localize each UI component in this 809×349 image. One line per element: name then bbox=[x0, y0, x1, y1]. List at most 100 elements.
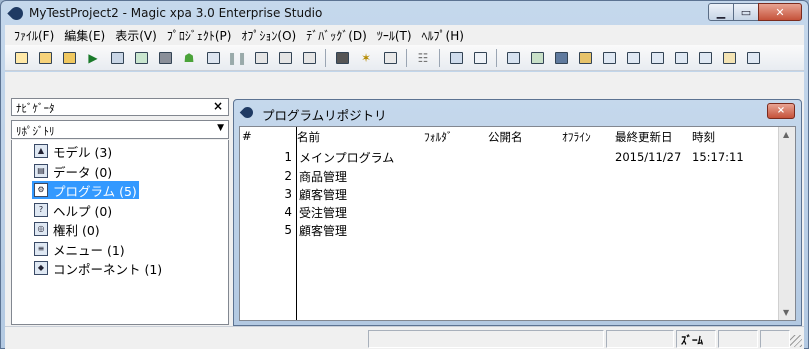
tree-item-data[interactable]: ▤ データ (0) bbox=[32, 162, 114, 180]
status-panel bbox=[606, 330, 674, 348]
tree-item-label: モデル (3) bbox=[53, 144, 113, 160]
status-bar: ｽﾞｰﾑ bbox=[5, 326, 804, 349]
menu-options[interactable]: ｵﾌﾟｼｮﾝ(O) bbox=[236, 27, 301, 44]
properties-icon[interactable] bbox=[472, 50, 488, 66]
step-icon[interactable] bbox=[382, 50, 398, 66]
menu-project[interactable]: ﾌﾟﾛｼﾞｪｸﾄ(P) bbox=[162, 27, 237, 44]
rights-repository-icon[interactable] bbox=[601, 50, 617, 66]
android-icon[interactable]: ☗ bbox=[181, 50, 197, 66]
debug-step-icon[interactable] bbox=[253, 50, 269, 66]
magic-app-icon bbox=[7, 4, 26, 23]
menu-view[interactable]: 表示(V) bbox=[110, 27, 162, 44]
status-panel bbox=[718, 330, 758, 348]
run-program-icon[interactable] bbox=[109, 50, 125, 66]
programs-icon: ⚙ bbox=[34, 183, 48, 197]
breakpoint-icon[interactable] bbox=[334, 50, 350, 66]
tree-item-components[interactable]: ◆ コンポーネント (1) bbox=[32, 259, 164, 277]
export-icon[interactable] bbox=[745, 50, 761, 66]
program-name: メインプログラム bbox=[299, 151, 395, 165]
wand-icon[interactable]: ✶ bbox=[358, 50, 374, 66]
menu-help[interactable]: ﾍﾙﾌﾟ(H) bbox=[417, 27, 469, 44]
open-project-icon[interactable] bbox=[37, 50, 53, 66]
magic-app-icon bbox=[239, 104, 256, 121]
navigator-icon[interactable] bbox=[448, 50, 464, 66]
menu-tools[interactable]: ﾂｰﾙ(T) bbox=[372, 27, 417, 44]
menu-file[interactable]: ﾌｧｲﾙ(F) bbox=[9, 27, 59, 44]
tree-item-label: コンポーネント (1) bbox=[53, 261, 163, 277]
last-updated-time: 15:17:11 bbox=[692, 150, 744, 164]
debug-out-icon[interactable] bbox=[301, 50, 317, 66]
tree-item-programs[interactable]: ⚙ プログラム (5) bbox=[32, 181, 139, 199]
minimize-button[interactable]: ▁ bbox=[708, 3, 734, 21]
components-repository-icon[interactable] bbox=[649, 50, 665, 66]
row-number: 1 bbox=[284, 150, 292, 164]
navigator-tree: ▲ モデル (3) ▤ データ (0) ⚙ プログラム (5) ? ヘルプ (0… bbox=[11, 140, 229, 325]
last-updated-date: 2015/11/27 bbox=[615, 150, 682, 164]
stop-icon[interactable] bbox=[157, 50, 173, 66]
toolbar-separator bbox=[439, 48, 440, 67]
maximize-button[interactable]: ▭ bbox=[733, 3, 759, 21]
column-header-time[interactable]: 時刻 bbox=[692, 129, 715, 145]
help-repository-icon[interactable] bbox=[553, 50, 569, 66]
program-name: 受注管理 bbox=[299, 206, 348, 220]
tree-item-models[interactable]: ▲ モデル (3) bbox=[32, 142, 114, 160]
models-icon: ▲ bbox=[34, 144, 48, 158]
column-header-folder[interactable]: ﾌｫﾙﾀﾞ bbox=[424, 129, 453, 145]
toolbar: ▶ ☗ ❚❚ ✶ ☷ bbox=[5, 45, 804, 71]
program-name: 顧客管理 bbox=[299, 188, 348, 202]
program-repository-window: プログラムリポジトリ × # 名前 ﾌｫﾙﾀﾞ 公開名 ｵﾌﾗｲﾝ 最終更新日 … bbox=[233, 99, 802, 326]
repository-close-button[interactable]: × bbox=[767, 103, 795, 119]
scroll-up-icon[interactable]: ▲ bbox=[783, 130, 789, 139]
run-icon[interactable]: ▶ bbox=[85, 50, 101, 66]
row-number: 3 bbox=[284, 187, 292, 201]
components-icon: ◆ bbox=[34, 261, 48, 275]
column-header-num[interactable]: # bbox=[242, 129, 252, 143]
column-header-name[interactable]: 名前 bbox=[297, 129, 320, 145]
program-repository-icon[interactable] bbox=[529, 50, 545, 66]
tree-item-help[interactable]: ? ヘルプ (0) bbox=[32, 201, 114, 219]
minimize-icon: ▁ bbox=[716, 5, 726, 19]
program-name: 商品管理 bbox=[299, 170, 348, 184]
resize-grip-icon[interactable] bbox=[790, 335, 802, 347]
preview-icon[interactable] bbox=[205, 50, 221, 66]
close-project-icon[interactable] bbox=[61, 50, 77, 66]
close-button[interactable]: ✕ bbox=[758, 3, 802, 21]
menu-repository-icon[interactable] bbox=[625, 50, 641, 66]
navigator-close-icon[interactable]: × bbox=[213, 99, 223, 113]
row-number: 4 bbox=[284, 205, 292, 219]
status-panel-mode: ｽﾞｰﾑ bbox=[676, 330, 716, 348]
tree-item-label: プログラム (5) bbox=[53, 183, 137, 199]
scroll-down-icon[interactable]: ▼ bbox=[783, 308, 789, 317]
title-bar: MyTestProject2 - Magic xpa 3.0 Enterpris… bbox=[1, 1, 808, 25]
components-icon[interactable] bbox=[721, 50, 737, 66]
column-header-last-updated[interactable]: 最終更新日 bbox=[615, 129, 673, 145]
debug-into-icon[interactable] bbox=[277, 50, 293, 66]
tree-item-menus[interactable]: ≡ メニュー (1) bbox=[32, 240, 127, 258]
status-panel bbox=[368, 330, 604, 348]
data-repository-icon[interactable] bbox=[505, 50, 521, 66]
tree-item-rights[interactable]: ◎ 権利 (0) bbox=[32, 220, 102, 238]
helps-icon[interactable] bbox=[673, 50, 689, 66]
maximize-icon: ▭ bbox=[740, 5, 752, 19]
row-number: 5 bbox=[284, 223, 292, 237]
status-panel bbox=[760, 330, 790, 348]
models-repository-icon[interactable] bbox=[577, 50, 593, 66]
column-header-public-name[interactable]: 公開名 bbox=[488, 129, 523, 145]
menu-edit[interactable]: 編集(E) bbox=[59, 27, 110, 44]
repository-select-value: ﾘﾎﾟｼﾞﾄﾘ bbox=[16, 125, 55, 138]
vertical-scrollbar[interactable]: ▲ ▼ bbox=[778, 127, 795, 320]
tree-item-label: データ (0) bbox=[53, 164, 113, 180]
program-name: 顧客管理 bbox=[299, 224, 348, 238]
navigator-header: ﾅﾋﾞｹﾞｰﾀ × bbox=[11, 98, 229, 116]
window-controls: ▁ ▭ ✕ bbox=[708, 3, 802, 21]
column-header-offline[interactable]: ｵﾌﾗｲﾝ bbox=[562, 129, 591, 145]
tree-item-label: ヘルプ (0) bbox=[53, 203, 113, 219]
repository-select[interactable]: ﾘﾎﾟｼﾞﾄﾘ ▼ bbox=[11, 120, 229, 139]
menu-debug[interactable]: ﾃﾞﾊﾞｯｸﾞ(D) bbox=[301, 27, 372, 44]
new-project-icon[interactable] bbox=[13, 50, 29, 66]
run-task-icon[interactable] bbox=[133, 50, 149, 66]
tree-icon[interactable]: ☷ bbox=[415, 50, 431, 66]
pause-icon[interactable]: ❚❚ bbox=[227, 50, 247, 66]
forms-icon[interactable] bbox=[697, 50, 713, 66]
toolbar-separator bbox=[496, 48, 497, 67]
